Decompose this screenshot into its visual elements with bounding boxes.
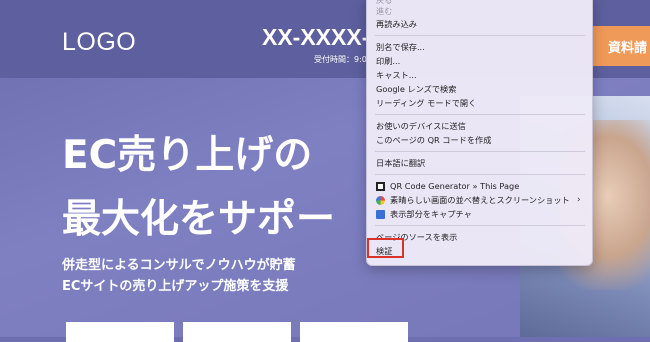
- menu-item-google-lens[interactable]: Google レンズで検索: [376, 83, 456, 95]
- phone-number: XX-XXXX-: [262, 24, 370, 50]
- feature-card[interactable]: [183, 322, 291, 342]
- request-docs-button[interactable]: 資料請: [592, 26, 650, 66]
- menu-separator: [375, 114, 585, 115]
- feature-card[interactable]: [300, 322, 408, 342]
- submenu-arrow-icon: ›: [577, 195, 581, 205]
- context-menu: 戻る 進む 再読み込み 別名で保存... 印刷... キャスト... Googl…: [366, 0, 593, 266]
- hero-heading-line2: 最大化をサポー: [62, 197, 336, 242]
- site-logo[interactable]: LOGO: [62, 28, 136, 57]
- menu-item-send-to-device[interactable]: お使いのデバイスに送信: [376, 120, 466, 132]
- menu-item-save-as[interactable]: 別名で保存...: [376, 41, 425, 53]
- menu-separator: [375, 35, 585, 36]
- hero-heading-line1: EC売り上げの: [62, 133, 313, 178]
- business-hours: 受付時間：9:0: [314, 55, 367, 64]
- menu-separator: [375, 225, 585, 226]
- menu-item-translate[interactable]: 日本語に翻訳: [376, 157, 425, 169]
- menu-item-screenshot-ext[interactable]: 素晴らしい画面の並べ替えとスクリーンショット: [376, 194, 570, 206]
- feature-card[interactable]: [66, 322, 174, 342]
- color-wheel-icon: [376, 195, 385, 205]
- menu-item-reading-mode[interactable]: リーディング モードで開く: [376, 97, 476, 109]
- menu-item-cast[interactable]: キャスト...: [376, 69, 417, 81]
- hero-subtext-line1: 併走型によるコンサルでノウハウが貯蓄: [62, 258, 296, 273]
- menu-item-print[interactable]: 印刷...: [376, 55, 400, 67]
- capture-icon: [376, 209, 385, 219]
- inspect-highlight-box: [367, 238, 404, 258]
- menu-item-qr-generator[interactable]: QR Code Generator » This Page: [376, 180, 519, 192]
- menu-item-label: QR Code Generator » This Page: [390, 181, 520, 191]
- qr-code-icon: [376, 181, 385, 191]
- menu-item-forward[interactable]: 進む: [376, 5, 392, 17]
- menu-separator: [375, 174, 585, 175]
- menu-item-label: 素晴らしい画面の並べ替えとスクリーンショット: [390, 195, 570, 205]
- menu-item-create-qr[interactable]: このページの QR コードを作成: [376, 134, 491, 146]
- hero-subtext-line2: ECサイトの売り上げアップ施策を支援: [62, 279, 289, 294]
- menu-item-label: 表示部分をキャプチャ: [390, 209, 472, 219]
- menu-item-capture-visible[interactable]: 表示部分をキャプチャ: [376, 208, 472, 220]
- menu-separator: [375, 151, 585, 152]
- menu-item-reload[interactable]: 再読み込み: [376, 18, 417, 30]
